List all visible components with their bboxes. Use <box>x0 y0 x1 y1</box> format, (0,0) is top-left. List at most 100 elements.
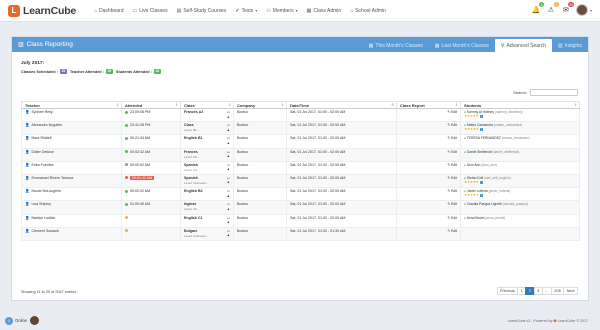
class-name[interactable]: Bulgare <box>184 229 230 233</box>
class-name[interactable]: Inglese <box>184 202 230 206</box>
edit-report-link[interactable]: ✎ Edit <box>447 136 457 140</box>
sort-icon[interactable]: ⇕ <box>175 103 178 107</box>
page-button-next[interactable]: Next <box>563 287 578 295</box>
edit-report-link[interactable]: ✎ Edit <box>447 202 457 206</box>
attended-wrap: 23:41:28 PM <box>125 123 177 127</box>
user-avatar[interactable] <box>575 4 588 16</box>
sort-icon[interactable]: ⇕ <box>281 103 284 107</box>
teacher-name[interactable]: Emmanuel Rivero Tamoux <box>31 176 73 180</box>
edit-report-link[interactable]: ✎ Edit <box>447 189 457 193</box>
table-row: 👤 Nicole McLoughlin 00:02:02 AM ▭ ▲ English B… <box>21 187 580 202</box>
notification-bell-icon[interactable]: 🔔 3 <box>530 2 544 16</box>
feedback-icon[interactable] <box>479 114 483 118</box>
page-button-205[interactable]: 205 <box>550 287 565 295</box>
nav-item-live-classes[interactable]: ▭ Live Classes <box>133 8 168 14</box>
edit-report-link[interactable]: ✎ Edit <box>447 176 457 180</box>
class-name[interactable]: Spanish <box>184 163 230 167</box>
student-entry[interactable]: ● Anna Bosini (anna_bosini) <box>464 216 576 220</box>
teacher-name[interactable]: Marilyn Ludlick <box>31 216 55 220</box>
nav-item-class-admin[interactable]: ▦ Class Admin <box>307 8 342 14</box>
tab-last-month-s-classes[interactable]: ▦ Last Month's Classes <box>429 39 495 52</box>
tab-advanced-search[interactable]: ⚲ Advanced Search <box>494 39 553 52</box>
sort-icon[interactable]: ⇕ <box>116 103 119 107</box>
open-class-icon[interactable]: ▭ <box>227 110 230 115</box>
class-name[interactable]: English C1 <box>184 216 230 220</box>
class-name[interactable]: English B1 <box>184 136 230 140</box>
teacher-name[interactable]: Didier Deluise <box>31 150 53 154</box>
column-header-teacher[interactable]: Teacher ⇕ <box>21 101 122 109</box>
online-indicator[interactable]: 1 Online <box>5 316 40 325</box>
column-header-date-time[interactable]: Date/Time ⇅ <box>286 101 397 109</box>
datetime-cell: Sat, 01 Jul 2017, 01:00 - 02:00 AM <box>286 147 397 162</box>
teacher-name[interactable]: Mark Riddell <box>31 136 51 140</box>
edit-report-link[interactable]: ✎ Edit <box>447 229 457 233</box>
user-icon: 👤 <box>25 110 30 114</box>
class-person-icon[interactable]: ▲ <box>227 207 230 212</box>
page-button-previous[interactable]: Previous <box>496 287 519 295</box>
teacher-name[interactable]: Lisa Shipley <box>31 202 50 206</box>
student-entry[interactable]: ● TERESA FERNANDEZ (teresa_fernandez) <box>464 136 576 140</box>
column-header-students[interactable]: Students ⇕ <box>460 101 580 109</box>
messages-icon[interactable]: ✉ 24 <box>560 2 574 16</box>
nav-item-dashboard[interactable]: ⌂ Dashboard <box>94 8 124 14</box>
class-person-icon[interactable]: ▲ <box>227 180 230 185</box>
sort-icon[interactable]: ⇕ <box>228 103 231 107</box>
nav-item-self-study-courses[interactable]: ▤ Self-Study Courses <box>177 8 227 14</box>
student-entry[interactable]: ● Claudia Pasqua Lighetti (claudia_pasqu… <box>464 202 576 206</box>
open-class-icon[interactable]: ▭ <box>227 189 230 194</box>
class-person-icon[interactable]: ▲ <box>227 167 230 172</box>
teacher-name[interactable]: Nicole McLoughlin <box>31 189 60 193</box>
logo[interactable]: L LearnCube <box>8 4 86 17</box>
class-name[interactable]: Class <box>184 123 230 127</box>
column-header-company[interactable]: Company ⇕ <box>233 101 287 109</box>
search-input[interactable] <box>530 89 578 96</box>
alert-icon[interactable]: ⚠ 0 <box>545 2 559 16</box>
class-person-icon[interactable]: ▲ <box>227 115 230 120</box>
user-icon: 👤 <box>25 202 30 207</box>
student-name: Daniel Stellfeindt <box>466 149 492 154</box>
student-entry[interactable]: ● Daniel Stellfeindt (daniel_stellfeindt… <box>464 150 576 154</box>
class-name[interactable]: Spanish <box>184 176 230 180</box>
class-person-icon[interactable]: ▲ <box>227 141 230 146</box>
teacher-name[interactable]: Sydnee Reily <box>31 110 52 114</box>
class-person-icon[interactable]: ▲ <box>227 220 230 225</box>
attended-wrap <box>125 215 177 219</box>
sort-icon[interactable]: ⇅ <box>391 103 394 107</box>
tab-insights[interactable]: ▥ Insights <box>552 39 588 52</box>
student-name: Claudia Pasqua Lighetti <box>466 202 502 207</box>
attended-wrap <box>125 228 177 232</box>
class-name[interactable]: English B2 <box>184 189 230 193</box>
teacher-name[interactable]: Alexandro Nogales <box>31 123 61 127</box>
class-person-icon[interactable]: ▲ <box>227 194 230 199</box>
sort-icon[interactable]: ⇕ <box>455 103 458 107</box>
class-person-icon[interactable]: ▲ <box>227 128 230 133</box>
teacher-name[interactable]: Erika Fuentes <box>31 163 53 167</box>
feedback-icon[interactable] <box>479 193 483 197</box>
column-header-class[interactable]: Class ⇕ <box>180 101 234 109</box>
edit-report-link[interactable]: ✎ Edit <box>447 110 457 114</box>
feedback-icon[interactable] <box>479 180 483 184</box>
edit-report-link[interactable]: ✎ Edit <box>447 163 457 167</box>
teacher-name[interactable]: Clement Soutack <box>31 229 58 233</box>
column-header-class-report[interactable]: Class Report ⇕ <box>396 101 461 109</box>
edit-report-link[interactable]: ✎ Edit <box>447 123 457 127</box>
class-name[interactable]: Francés A2 <box>184 110 230 114</box>
teacher-cell: 👤 Emmanuel Rivero Tamoux <box>21 173 122 189</box>
class-cell: ▭ ▲ English C1 <box>180 213 234 228</box>
feedback-icon[interactable] <box>479 127 483 131</box>
count-badge: 3 <box>538 2 544 7</box>
class-person-icon[interactable]: ▲ <box>227 154 230 159</box>
class-name[interactable]: Francés <box>184 150 230 154</box>
column-header-attended[interactable]: Attended ⇕ <box>121 101 181 109</box>
nav-item-school-admin[interactable]: ⌂ School Admin <box>350 8 386 14</box>
sort-icon[interactable]: ⇕ <box>574 103 577 107</box>
class-person-icon[interactable]: ▲ <box>227 233 230 238</box>
online-user-avatar[interactable] <box>30 316 40 325</box>
edit-report-link[interactable]: ✎ Edit <box>447 150 457 154</box>
credit-brand[interactable]: LearnCube <box>558 319 576 323</box>
nav-item-tests[interactable]: ✔ Tests ▾ <box>235 8 257 14</box>
tab-this-month-s-classes[interactable]: ▦ This Month's Classes <box>363 39 429 52</box>
nav-item-members[interactable]: ⚇ Members ▾ <box>266 8 297 14</box>
student-entry[interactable]: ● Dino Ann (dino_ann) <box>464 163 576 167</box>
edit-report-link[interactable]: ✎ Edit <box>447 216 457 220</box>
